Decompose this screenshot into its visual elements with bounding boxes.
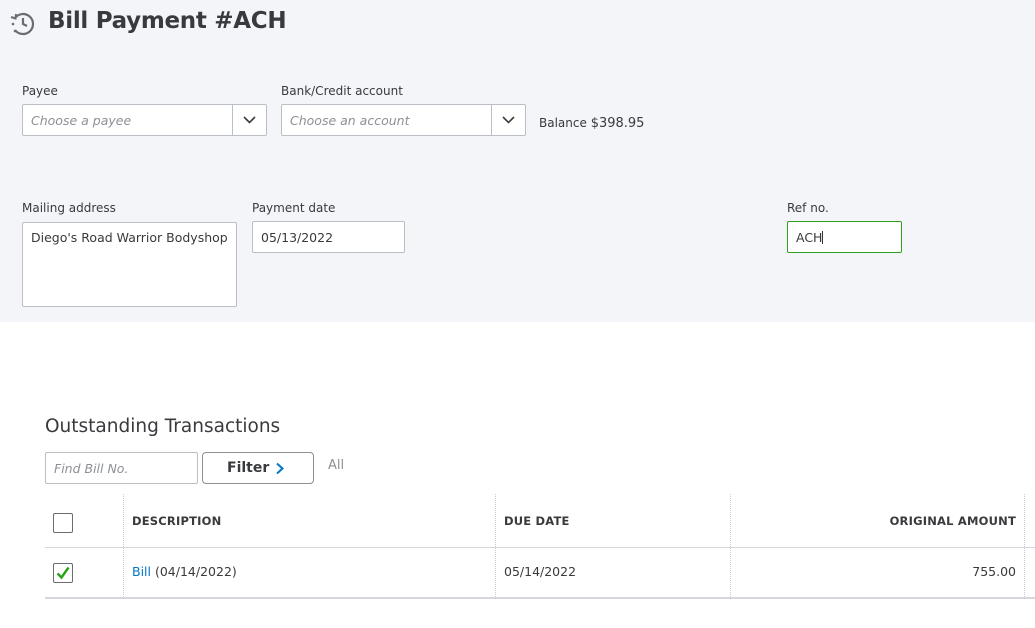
column-divider: [1024, 494, 1025, 599]
page-title: Bill Payment #ACH: [48, 8, 287, 34]
bill-date: (04/14/2022): [151, 564, 237, 579]
checkmark-icon: [56, 566, 70, 580]
chevron-down-icon: [243, 116, 256, 124]
filter-button[interactable]: Filter: [202, 452, 314, 484]
column-header-original-amount[interactable]: ORIGINAL AMOUNT: [890, 514, 1016, 528]
row-original-amount: 755.00: [972, 564, 1016, 579]
table-header-row: DESCRIPTION DUE DATE ORIGINAL AMOUNT: [45, 494, 1035, 548]
text-cursor: [822, 231, 824, 244]
outstanding-transactions-table: DESCRIPTION DUE DATE ORIGINAL AMOUNT Bil…: [45, 494, 1035, 599]
filter-label: Filter: [227, 460, 270, 476]
row-checkbox[interactable]: [53, 563, 73, 583]
find-bill-input[interactable]: Find Bill No.: [45, 452, 198, 484]
payee-dropdown-button[interactable]: [232, 105, 266, 135]
column-divider: [123, 494, 124, 599]
row-due-date: 05/14/2022: [504, 564, 577, 579]
ref-no-label: Ref no.: [787, 201, 829, 215]
select-all-checkbox[interactable]: [53, 513, 73, 533]
payee-select[interactable]: Choose a payee: [22, 104, 267, 136]
column-divider: [730, 494, 731, 599]
ref-no-value: ACH: [796, 230, 823, 245]
recurring-clock-icon: [10, 12, 35, 36]
bank-account-label: Bank/Credit account: [281, 84, 403, 98]
payee-label: Payee: [22, 84, 58, 98]
chevron-right-icon: [276, 462, 284, 475]
mailing-address-field[interactable]: Diego's Road Warrior Bodyshop: [22, 222, 237, 307]
table-row[interactable]: Bill (04/14/2022) 05/14/2022 755.00: [45, 548, 1035, 599]
row-description: Bill (04/14/2022): [132, 564, 237, 579]
mailing-address-label: Mailing address: [22, 201, 116, 215]
balance-display: Balance $398.95: [539, 116, 644, 131]
payment-date-field[interactable]: 05/13/2022: [252, 221, 405, 253]
column-header-due-date[interactable]: DUE DATE: [504, 514, 570, 528]
payment-date-label: Payment date: [252, 201, 336, 215]
balance-label: Balance: [539, 116, 587, 130]
payee-placeholder: Choose a payee: [31, 113, 132, 128]
balance-value: $398.95: [590, 116, 645, 131]
all-filter-link[interactable]: All: [328, 458, 344, 473]
column-header-description[interactable]: DESCRIPTION: [132, 514, 221, 528]
ref-no-field[interactable]: ACH: [787, 221, 902, 253]
column-divider: [495, 494, 496, 599]
bank-account-placeholder: Choose an account: [290, 113, 410, 128]
chevron-down-icon: [502, 116, 515, 124]
bill-link[interactable]: Bill: [132, 564, 151, 579]
outstanding-transactions-title: Outstanding Transactions: [45, 416, 281, 437]
bank-account-dropdown-button[interactable]: [491, 105, 525, 135]
form-header-panel: Bill Payment #ACH Payee Choose a payee B…: [0, 0, 1035, 322]
bank-account-select[interactable]: Choose an account: [281, 104, 526, 136]
